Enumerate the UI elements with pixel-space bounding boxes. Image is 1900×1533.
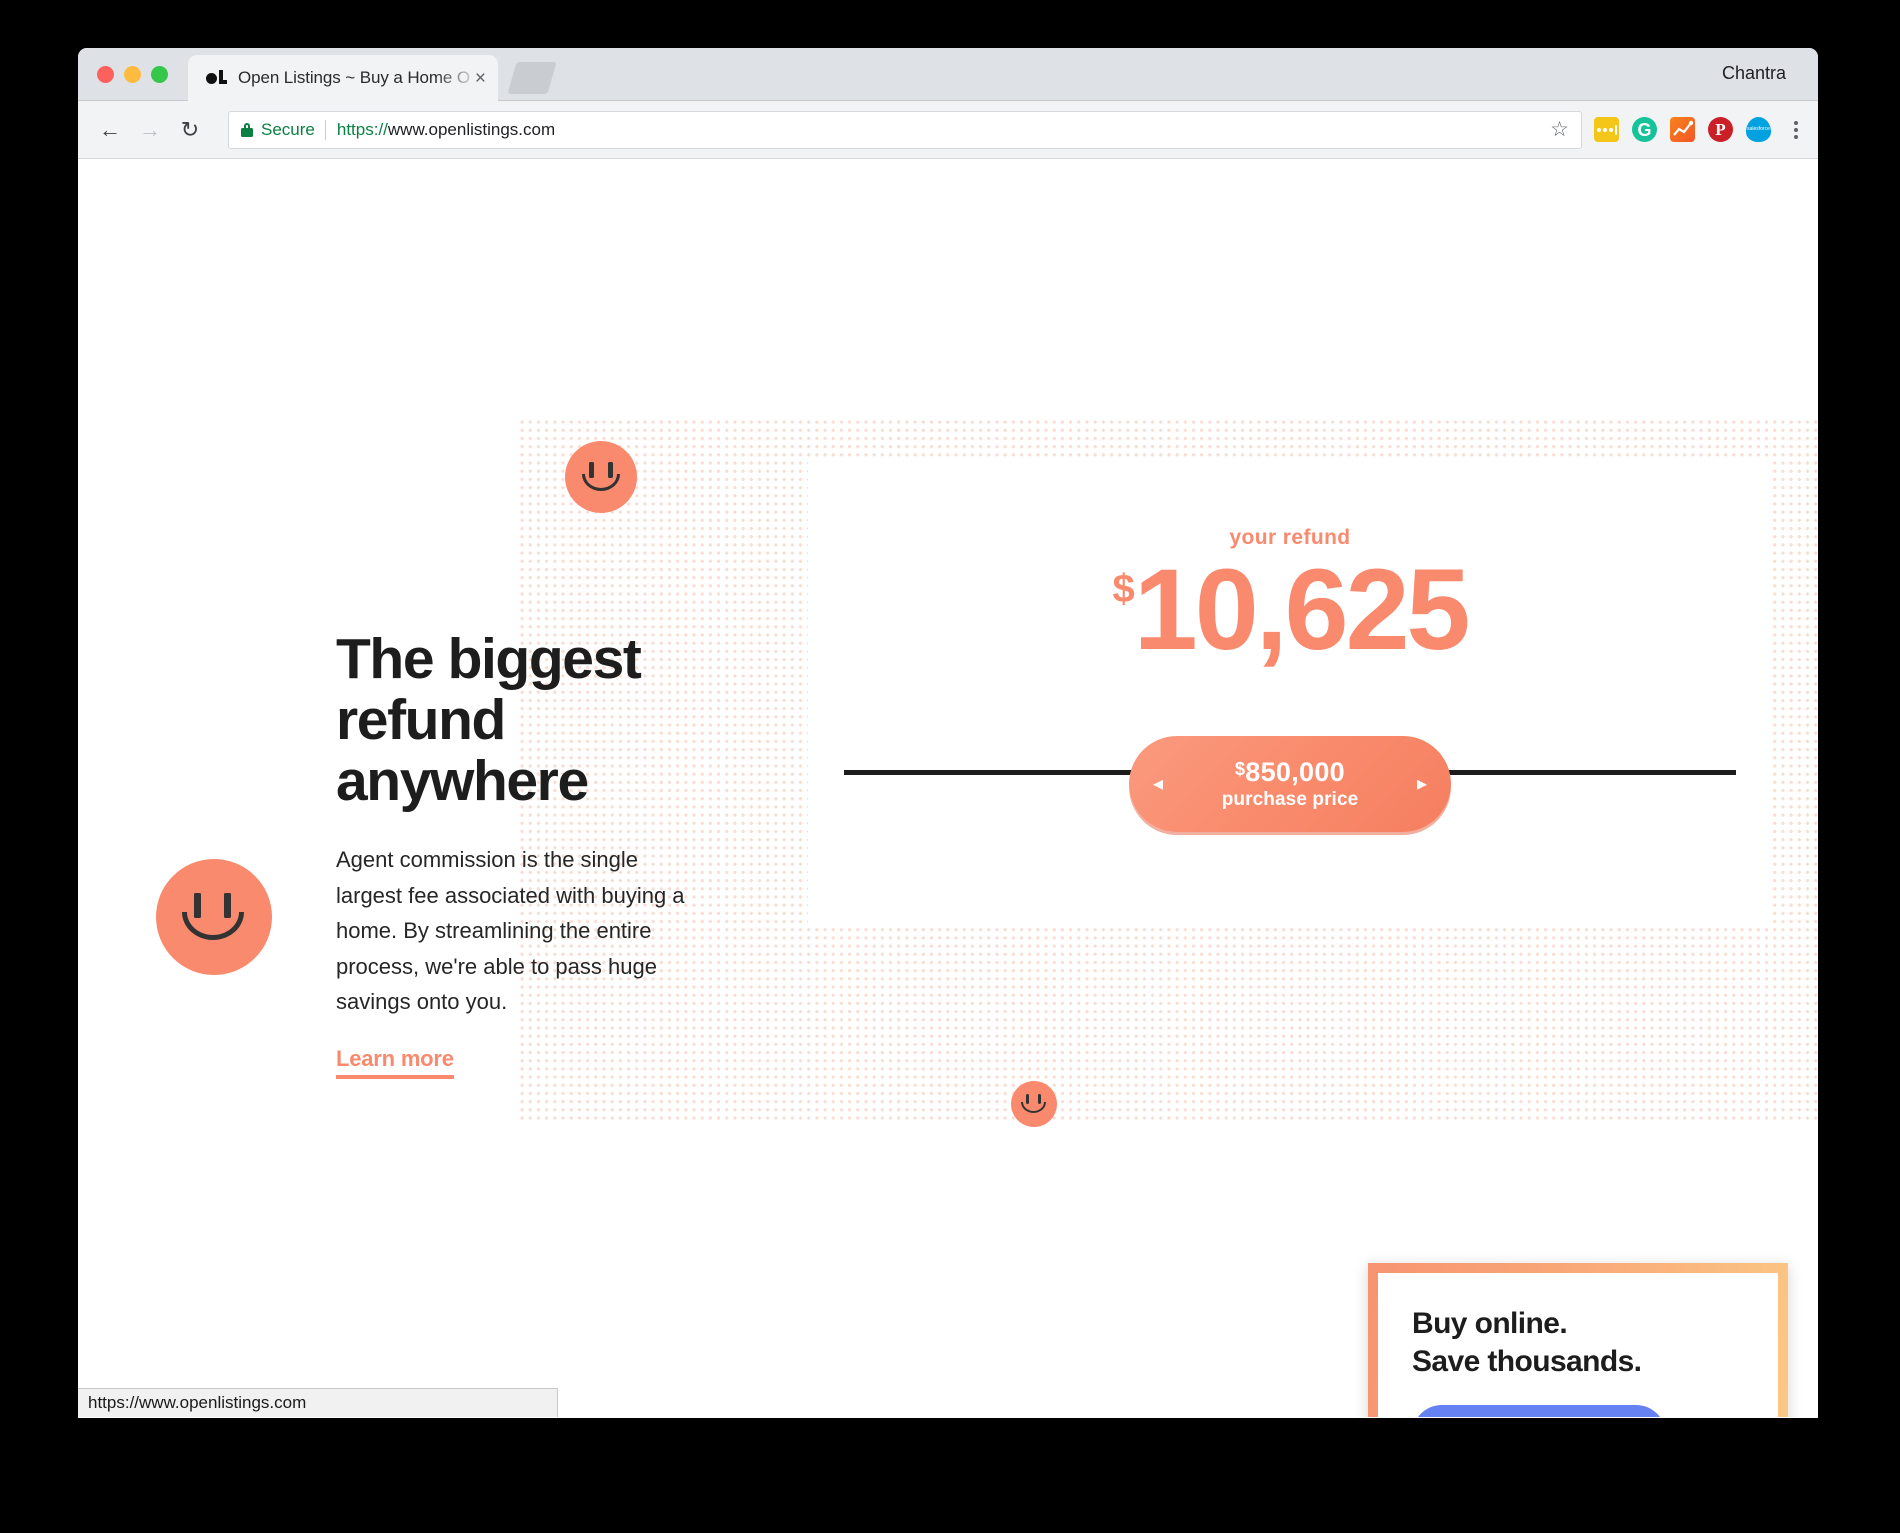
profile-name-label[interactable]: Chantra <box>1722 63 1786 84</box>
slider-increase-arrow-icon[interactable]: ▸ <box>1417 774 1427 794</box>
smiley-face-icon <box>156 859 272 975</box>
omnibox-divider <box>324 119 326 140</box>
purchase-price-number: 850,000 <box>1245 757 1345 788</box>
refund-calculator-card: your refund $10,625 ◂ $850,000 purchase … <box>808 458 1772 928</box>
page-title: The biggest refund anywhere <box>336 627 642 813</box>
browser-toolbar: ← → ↻ Secure https:// www.openlistings.c… <box>78 101 1818 159</box>
back-button[interactable]: ← <box>92 112 128 148</box>
forward-button[interactable]: → <box>132 112 168 148</box>
url-scheme: https:// <box>336 119 388 139</box>
slider-decrease-arrow-icon[interactable]: ◂ <box>1153 774 1163 794</box>
reload-button[interactable]: ↻ <box>172 112 208 148</box>
hero-body-text: Agent commission is the single largest f… <box>336 846 685 1015</box>
analytics-chart-extension-icon[interactable] <box>1670 117 1695 142</box>
browse-listings-button[interactable]: Browse Listings <box>1412 1405 1667 1417</box>
promo-heading: Buy online. Save thousands. <box>1412 1307 1642 1378</box>
lock-icon <box>241 122 253 137</box>
slider-value-group: $850,000 purchase price <box>1163 757 1417 810</box>
promo-card: Buy online. Save thousands. Browse Listi… <box>1368 1263 1788 1417</box>
smiley-face-icon <box>1011 1081 1057 1127</box>
close-tab-icon[interactable]: × <box>473 69 488 88</box>
url-host: www.openlistings.com <box>387 119 556 139</box>
window-controls <box>97 66 168 83</box>
status-bar: https://www.openlistings.com <box>78 1388 558 1417</box>
browser-tab-open-listings[interactable]: Open Listings ~ Buy a Home O × <box>188 55 498 101</box>
smiley-face-icon <box>565 441 637 513</box>
extensions-bar: G P salesforce <box>1594 117 1804 142</box>
page-viewport: your refund $10,625 ◂ $850,000 purchase … <box>78 159 1818 1417</box>
purchase-price-value: $850,000 <box>1235 757 1345 787</box>
refund-amount: $10,625 <box>808 553 1772 668</box>
refund-amount-value: 10,625 <box>1133 546 1471 674</box>
grammarly-extension-icon[interactable]: G <box>1632 117 1657 142</box>
purchase-price-currency: $ <box>1234 759 1246 780</box>
refund-currency-symbol: $ <box>1112 567 1135 611</box>
bookmark-star-icon[interactable]: ☆ <box>1540 117 1569 142</box>
address-bar[interactable]: Secure https:// www.openlistings.com ☆ <box>228 110 1582 149</box>
salesforce-extension-icon[interactable]: salesforce <box>1746 117 1771 142</box>
promo-card-inner: Buy online. Save thousands. Browse Listi… <box>1378 1273 1778 1417</box>
close-window-button[interactable] <box>97 66 114 83</box>
price-slider-handle[interactable]: ◂ $850,000 purchase price ▸ <box>1129 736 1451 832</box>
hero-copy-block: The biggest refund anywhere Agent commis… <box>336 627 708 1080</box>
browser-menu-icon[interactable] <box>1788 120 1804 139</box>
browser-window: Open Listings ~ Buy a Home O × Chantra ←… <box>78 48 1818 1418</box>
tab-title: Open Listings ~ Buy a Home O <box>238 68 471 87</box>
ol-logo-icon <box>206 70 227 86</box>
pinterest-extension-icon[interactable]: P <box>1708 117 1733 142</box>
purchase-price-caption: purchase price <box>1221 788 1359 810</box>
tab-strip: Open Listings ~ Buy a Home O × Chantra <box>78 48 1818 101</box>
learn-more-link[interactable]: Learn more <box>336 1046 454 1080</box>
secure-label: Secure <box>261 119 315 139</box>
new-tab-button[interactable] <box>507 62 557 94</box>
minimize-window-button[interactable] <box>124 66 141 83</box>
maximize-window-button[interactable] <box>151 66 168 83</box>
status-bar-url: https://www.openlistings.com <box>88 1393 307 1412</box>
notes-extension-icon[interactable] <box>1594 117 1619 142</box>
